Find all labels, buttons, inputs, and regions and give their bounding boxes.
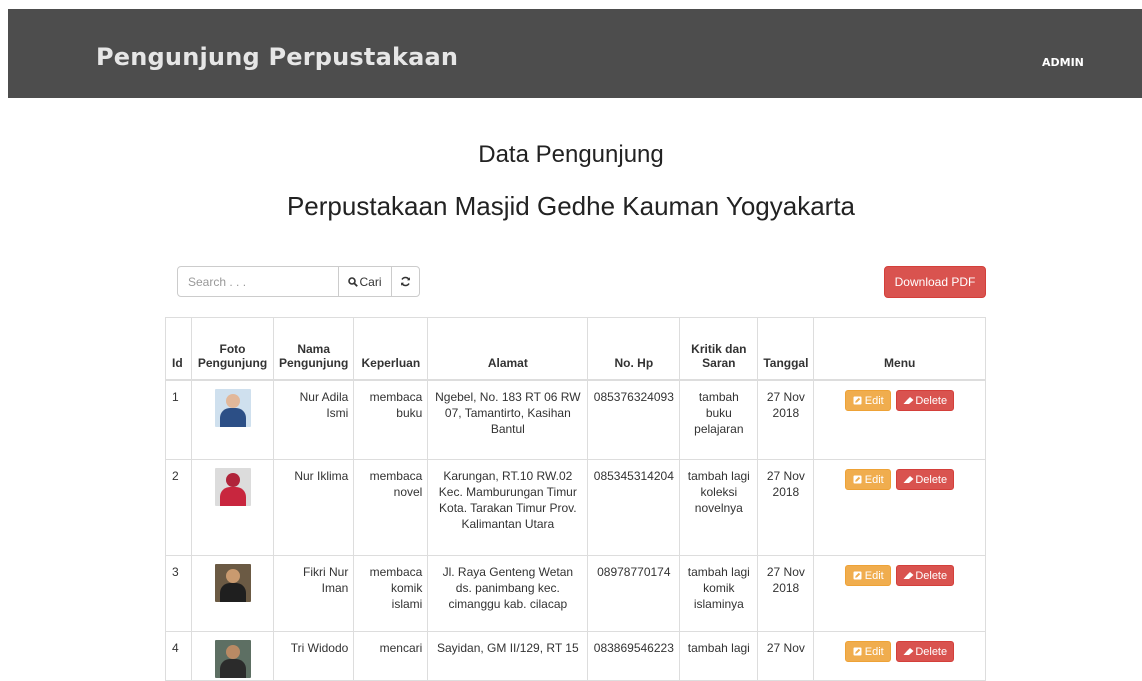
cell-keperluan: mencari — [353, 631, 429, 681]
eraser-icon — [903, 476, 914, 483]
cell-tanggal: 27 Nov 2018 — [757, 379, 815, 460]
cell-tanggal: 27 Nov 2018 — [757, 555, 815, 632]
cell-menu: Edit Delete — [813, 555, 986, 632]
edit-icon — [853, 475, 862, 484]
header-nohp: No. Hp — [587, 317, 681, 381]
cell-tanggal: 27 Nov — [757, 631, 815, 681]
delete-button[interactable]: Delete — [896, 565, 955, 586]
visitor-photo — [214, 389, 251, 427]
refresh-icon — [401, 276, 410, 287]
cell-menu: Edit Delete — [813, 631, 986, 681]
table-row: 1 Nur Adila Ismi membaca buku Ngebel, No. … — [165, 379, 986, 460]
cell-nama: Nur Iklima — [272, 459, 355, 556]
header-alamat: Alamat — [427, 317, 589, 381]
cell-id: 1 — [165, 379, 192, 460]
header-tanggal: Tanggal — [757, 317, 815, 381]
cell-nohp: 085376324093 — [587, 379, 681, 460]
delete-button[interactable]: Delete — [896, 641, 955, 662]
header-foto: Foto Pengunjung — [191, 317, 274, 381]
cell-keperluan: membaca buku — [353, 379, 429, 460]
edit-icon — [853, 571, 862, 580]
cell-alamat: Jl. Raya Genteng Wetan ds. panimbang kec.… — [427, 555, 589, 632]
table-header-row: Id Foto Pengunjung Nama Pengunjung Keperlu… — [165, 317, 986, 381]
table-row: 3 Fikri Nur Iman membaca komik islami Jl. R… — [165, 555, 986, 632]
edit-button[interactable]: Edit — [845, 469, 892, 490]
edit-button[interactable]: Edit — [845, 390, 892, 411]
delete-button[interactable]: Delete — [896, 390, 955, 411]
edit-icon — [853, 396, 862, 405]
edit-button[interactable]: Edit — [845, 641, 892, 662]
cell-keperluan: membaca komik islami — [353, 555, 429, 632]
cell-tanggal: 27 Nov 2018 — [757, 459, 815, 556]
header-keperluan: Keperluan — [353, 317, 429, 381]
search-icon — [348, 276, 359, 287]
cell-kritik: tambah lagi — [679, 631, 759, 681]
cell-alamat: Ngebel, No. 183 RT 06 RW 07, Tamantirto, … — [427, 379, 589, 460]
cell-nohp: 083869546223 — [587, 631, 681, 681]
cell-kritik: tambah lagi koleksi novelnya — [679, 459, 759, 556]
cell-foto — [191, 555, 274, 632]
cell-alamat: Karungan, RT.10 RW.02 Kec. Mamburungan Ti… — [427, 459, 589, 556]
cell-id: 4 — [165, 631, 192, 681]
delete-button[interactable]: Delete — [896, 469, 955, 490]
cell-nama: Tri Widodo — [272, 631, 355, 681]
search-button-label: Cari — [359, 274, 382, 289]
table-row: 4 Tri Widodo mencari Sayidan, GM II/129,… — [165, 631, 986, 681]
eraser-icon — [903, 648, 914, 655]
top-navbar: Pengunjung Perpustakaan ADMIN — [8, 9, 1142, 98]
cell-menu: Edit Delete — [813, 459, 986, 556]
page-subtitle: Perpustakaan Masjid Gedhe Kauman Yogyaka… — [286, 191, 856, 221]
edit-button[interactable]: Edit — [845, 565, 892, 586]
cell-keperluan: membaca novel — [353, 459, 429, 556]
header-kritik: Kritik dan Saran — [679, 317, 759, 381]
cell-id: 2 — [165, 459, 192, 556]
visitor-table: Id Foto Pengunjung Nama Pengunjung Keperlu… — [165, 317, 986, 681]
cell-kritik: tambah lagi komik islaminya — [679, 555, 759, 632]
cell-nohp: 08978770174 — [587, 555, 681, 632]
search-button[interactable]: Cari — [338, 266, 392, 297]
eraser-icon — [903, 397, 914, 404]
visitor-photo — [214, 468, 251, 506]
visitor-photo — [214, 640, 251, 678]
header-menu: Menu — [813, 317, 986, 381]
refresh-button[interactable] — [391, 266, 420, 297]
user-menu[interactable]: ADMIN — [1042, 56, 1084, 69]
page-title: Data Pengunjung — [478, 141, 664, 168]
download-pdf-button[interactable]: Download PDF — [884, 266, 986, 298]
cell-foto — [191, 379, 274, 460]
cell-kritik: tambah buku pelajaran — [679, 379, 759, 460]
cell-menu: Edit Delete — [813, 379, 986, 460]
eraser-icon — [903, 572, 914, 579]
edit-icon — [853, 647, 862, 656]
header-id: Id — [165, 317, 192, 381]
app-brand[interactable]: Pengunjung Perpustakaan — [96, 43, 458, 71]
header-nama: Nama Pengunjung — [272, 317, 355, 381]
cell-alamat: Sayidan, GM II/129, RT 15 — [427, 631, 589, 681]
table-row: 2 Nur Iklima membaca novel Karungan, RT.1… — [165, 459, 986, 556]
cell-nama: Fikri Nur Iman — [272, 555, 355, 632]
search-input[interactable] — [177, 266, 339, 297]
cell-nohp: 085345314204 — [587, 459, 681, 556]
cell-foto — [191, 631, 274, 681]
cell-id: 3 — [165, 555, 192, 632]
cell-nama: Nur Adila Ismi — [272, 379, 355, 460]
visitor-photo — [214, 564, 251, 602]
cell-foto — [191, 459, 274, 556]
